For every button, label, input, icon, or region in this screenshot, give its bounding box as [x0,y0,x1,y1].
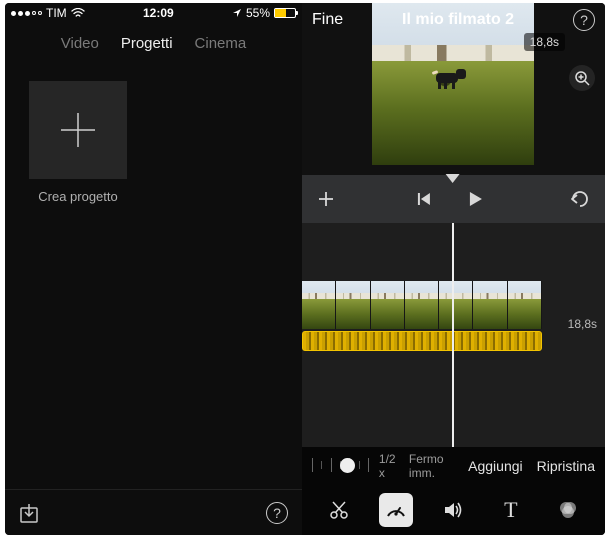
tab-video[interactable]: Video [61,35,99,52]
project-title: Il mio filmato 2 [402,11,514,29]
tool-bar: T [302,485,605,535]
status-bar: TIM 12:09 55% [5,3,302,23]
done-button[interactable]: Fine [312,11,343,29]
filters-tool[interactable] [551,493,585,527]
skip-start-button[interactable] [415,191,431,207]
wifi-icon [71,8,85,18]
speed-slider[interactable] [312,464,369,468]
transport-bar [302,175,605,223]
text-tool[interactable]: T [494,493,528,527]
playhead-marker-icon [445,174,459,183]
video-clip[interactable] [302,281,542,329]
battery-icon [274,8,296,18]
timeline[interactable]: 18,8s [302,223,605,447]
zoom-button[interactable] [569,65,595,91]
battery-pct: 55% [246,6,270,20]
add-freeze-button[interactable]: Aggiungi [468,458,523,474]
top-tabs: Video Progetti Cinema [5,23,302,63]
signal-dots [11,11,42,16]
play-button[interactable] [465,190,483,208]
reset-speed-button[interactable]: Ripristina [537,458,595,474]
editor-screen: Fine Il mio filmato 2 ? 18,8s [302,3,605,535]
playhead[interactable] [452,223,454,447]
speed-ratio: 1/2 [379,452,396,466]
projects-screen: TIM 12:09 55% Video Progetti Cinema [5,3,302,535]
export-button[interactable] [19,502,39,524]
freeze-frame-label: Fermo imm. [409,452,458,480]
create-project-label: Crea progetto [38,189,118,204]
cut-tool[interactable] [322,493,356,527]
audio-track[interactable] [302,331,542,351]
location-icon [232,8,242,18]
plus-icon [55,107,101,153]
undo-button[interactable] [569,190,591,208]
tab-cinema[interactable]: Cinema [195,35,247,52]
volume-tool[interactable] [436,493,470,527]
timeline-duration: 18,8s [568,317,597,331]
create-project-tile[interactable] [29,81,127,179]
add-media-button[interactable] [316,189,336,209]
preview-area[interactable]: Fine Il mio filmato 2 ? 18,8s [302,3,605,175]
clock: 12:09 [143,6,174,20]
speed-tool[interactable] [379,493,413,527]
speed-controls: 1/2 x Fermo imm. Aggiungi Ripristina [302,447,605,485]
help-button-right[interactable]: ? [573,9,595,31]
carrier-label: TIM [46,6,67,20]
help-button-left[interactable]: ? [266,502,288,524]
tab-progetti[interactable]: Progetti [121,35,173,52]
